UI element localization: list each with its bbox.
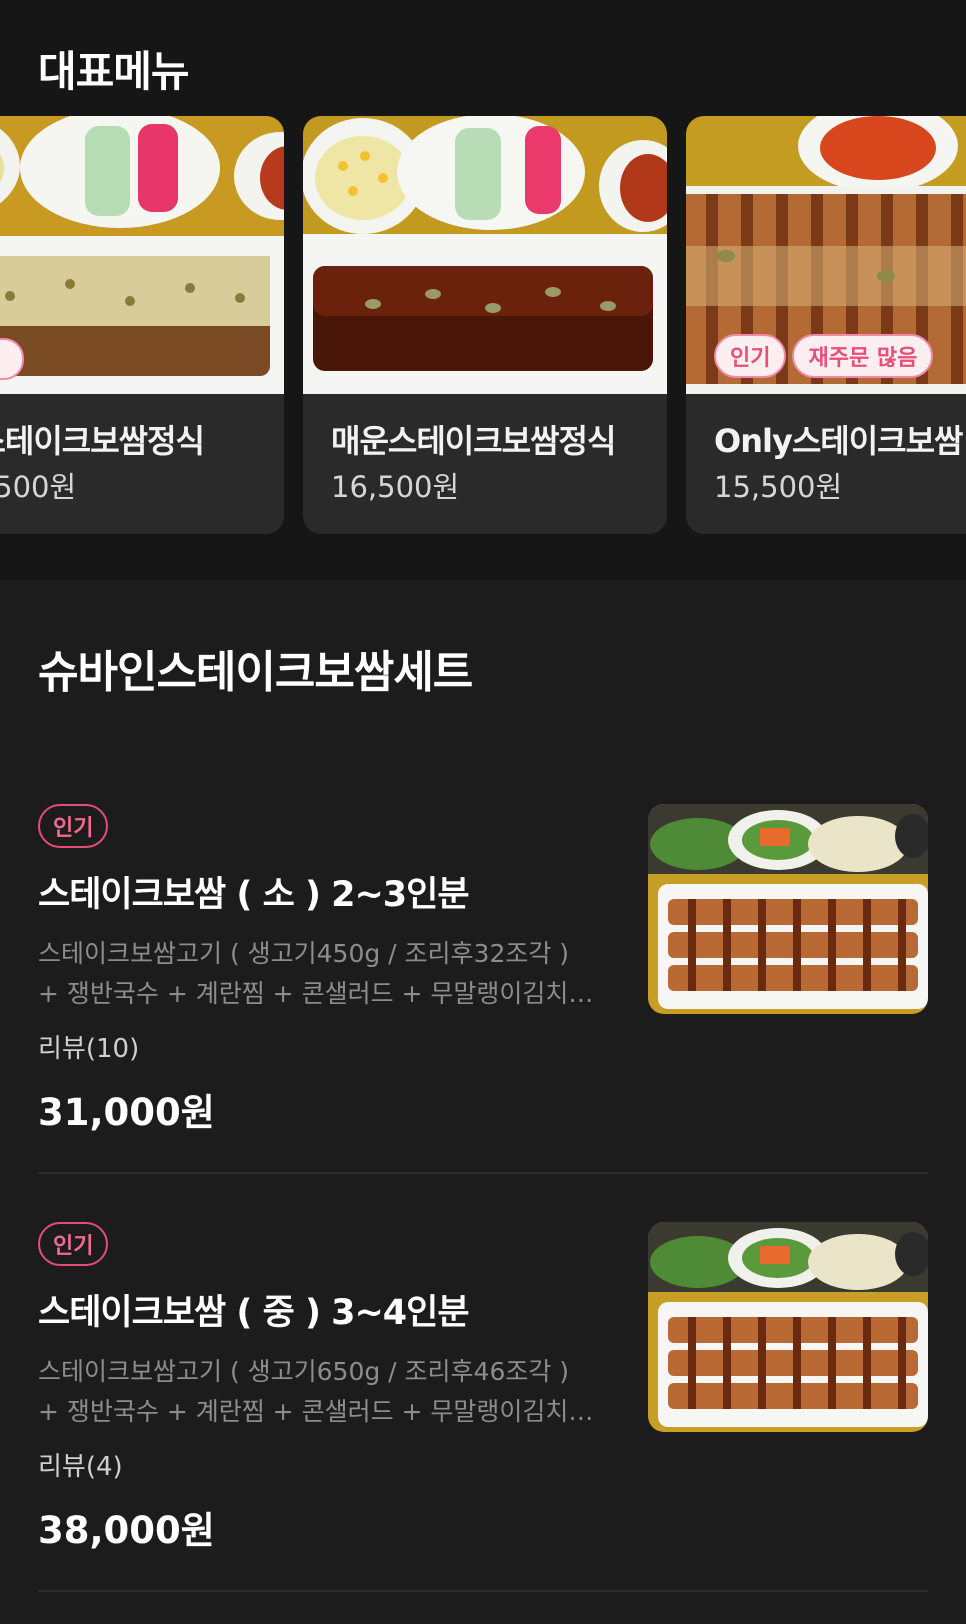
review-count: 리뷰(4) [38,1452,123,1482]
featured-card-tags: 인기 재주문 많음 [714,334,934,378]
popular-badge: 인기 [38,1222,109,1266]
popular-badge: 인기 [38,804,109,848]
featured-card-price: 15,500원 [714,470,843,504]
featured-menu-title: 대표메뉴 [38,47,190,96]
reorder-tag: 재주문 많음 [792,334,934,378]
featured-menu-carousel[interactable]: 솔스테이크보쌈정식 16,500원 [0,116,966,536]
description-line: + 쟁반국수 + 계란찜 + 콘샐러드 + 무말랭이김치 + … [38,1397,598,1426]
section-title: 슈바인스테이크보쌈세트 [38,647,473,698]
featured-card[interactable]: 매운스테이크보쌈정식 16,500원 [303,116,667,534]
menu-item-price: 31,000원 [38,1091,215,1134]
featured-card-price: 16,500원 [0,470,77,504]
featured-card-photo [303,116,667,394]
menu-item-photo [648,804,928,1014]
review-count: 리뷰(10) [38,1034,140,1064]
featured-card-name: Only스테이크보쌈 [714,422,963,460]
featured-card[interactable]: 인기 재주문 많음 Only스테이크보쌈 15,500원 [686,116,966,534]
item-divider [38,1590,928,1592]
featured-card-photo [0,116,284,394]
popular-tag: 인기 [714,334,787,378]
featured-menu-section: 대표메뉴 테이크보쌈정식 500원 매운스테이크보쌈정식 16,500원 인기 … [0,0,966,580]
menu-item-price: 38,000원 [38,1509,215,1552]
description-line: 스테이크보쌈고기 ( 생고기450g / 조리후32조각 ) [38,939,570,968]
menu-item[interactable]: 인기 스테이크보쌈 ( 중 ) 3~4인분 스테이크보쌈고기 ( 생고기650g… [38,1222,928,1622]
featured-card[interactable]: 솔스테이크보쌈정식 16,500원 [0,116,284,534]
menu-item-description: 스테이크보쌈고기 ( 생고기450g / 조리후32조각 ) + 쟁반국수 + … [38,934,598,1014]
menu-item[interactable]: 인기 스테이크보쌈 ( 소 ) 2~3인분 스테이크보쌈고기 ( 생고기450g… [38,804,928,1204]
set-menu-section: 슈바인스테이크보쌈세트 인기 스테이크보쌈 ( 소 ) 2~3인분 스테이크보쌈… [0,580,966,1624]
featured-card-name: 매운스테이크보쌈정식 [331,422,616,460]
menu-item-photo [648,1222,928,1432]
featured-card-name: 솔스테이크보쌈정식 [0,422,205,460]
description-line: + 쟁반국수 + 계란찜 + 콘샐러드 + 무말랭이김치 + … [38,979,598,1008]
description-line: 스테이크보쌈고기 ( 생고기650g / 조리후46조각 ) [38,1357,570,1386]
menu-page: 대표메뉴 테이크보쌈정식 500원 매운스테이크보쌈정식 16,500원 인기 … [0,0,966,1624]
item-divider [38,1172,928,1174]
featured-card-price: 16,500원 [331,470,460,504]
menu-item-name: 스테이크보쌈 ( 소 ) 2~3인분 [38,875,470,915]
menu-item-name: 스테이크보쌈 ( 중 ) 3~4인분 [38,1293,470,1333]
menu-item-description: 스테이크보쌈고기 ( 생고기650g / 조리후46조각 ) + 쟁반국수 + … [38,1352,598,1432]
